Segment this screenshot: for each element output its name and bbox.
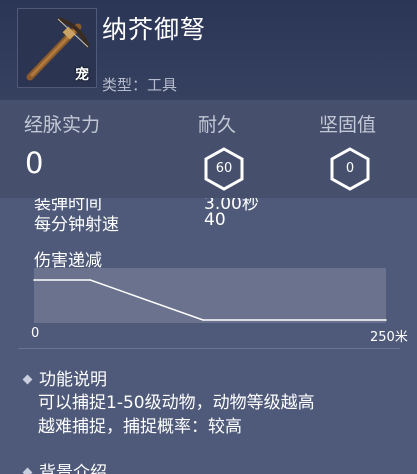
power-value: 0 (25, 146, 44, 180)
x-axis-end-label: 250米 (370, 330, 408, 345)
x-axis-start-label: 0 (31, 326, 40, 341)
hardness-value: 0 (345, 161, 355, 176)
hardness-hexagon: 0 (328, 147, 372, 191)
section-divider (18, 348, 400, 349)
function-desc-line-2: 越难捕捉，捕捉概率：较高 (38, 417, 242, 437)
item-header: 宠 纳芥御弩 类型：工具 (0, 0, 417, 100)
durability-label: 耐久 (198, 114, 237, 136)
diamond-bullet-icon (22, 467, 33, 474)
power-label: 经脉实力 (24, 114, 101, 136)
details-scroll-area[interactable]: 装弹时间 3.00秒 每分钟射速 40 伤害递减 0 250米 功能说明 可以捕… (0, 198, 417, 474)
crossbow-icon: 宠 (17, 8, 97, 88)
function-desc-line-1: 可以捕捉1-50级动物，动物等级越高 (38, 393, 315, 413)
item-name: 纳芥御弩 (102, 15, 207, 44)
property-row-fire-rate: 每分钟射速 40 (34, 210, 226, 235)
property-label: 每分钟射速 (34, 215, 119, 235)
falloff-point (202, 319, 204, 321)
falloff-point (89, 279, 92, 281)
falloff-point (33, 279, 35, 281)
function-section-title: 功能说明 (22, 365, 107, 390)
item-type: 类型：工具 (102, 76, 178, 94)
damage-falloff-chart (33, 268, 387, 323)
background-section-title: 背景介绍 (22, 458, 107, 474)
background-title-text: 背景介绍 (39, 463, 107, 474)
chart-plot-area (34, 268, 386, 323)
property-value: 40 (204, 210, 226, 230)
hardness-label: 坚固值 (319, 114, 377, 136)
stats-panel: 经脉实力 0 耐久 60 坚固值 0 (0, 100, 417, 198)
pet-tag: 宠 (75, 67, 89, 83)
durability-value: 60 (215, 161, 233, 176)
durability-hexagon: 60 (202, 147, 246, 191)
function-title-text: 功能说明 (39, 370, 107, 390)
falloff-point (385, 319, 387, 321)
diamond-bullet-icon (22, 374, 33, 385)
